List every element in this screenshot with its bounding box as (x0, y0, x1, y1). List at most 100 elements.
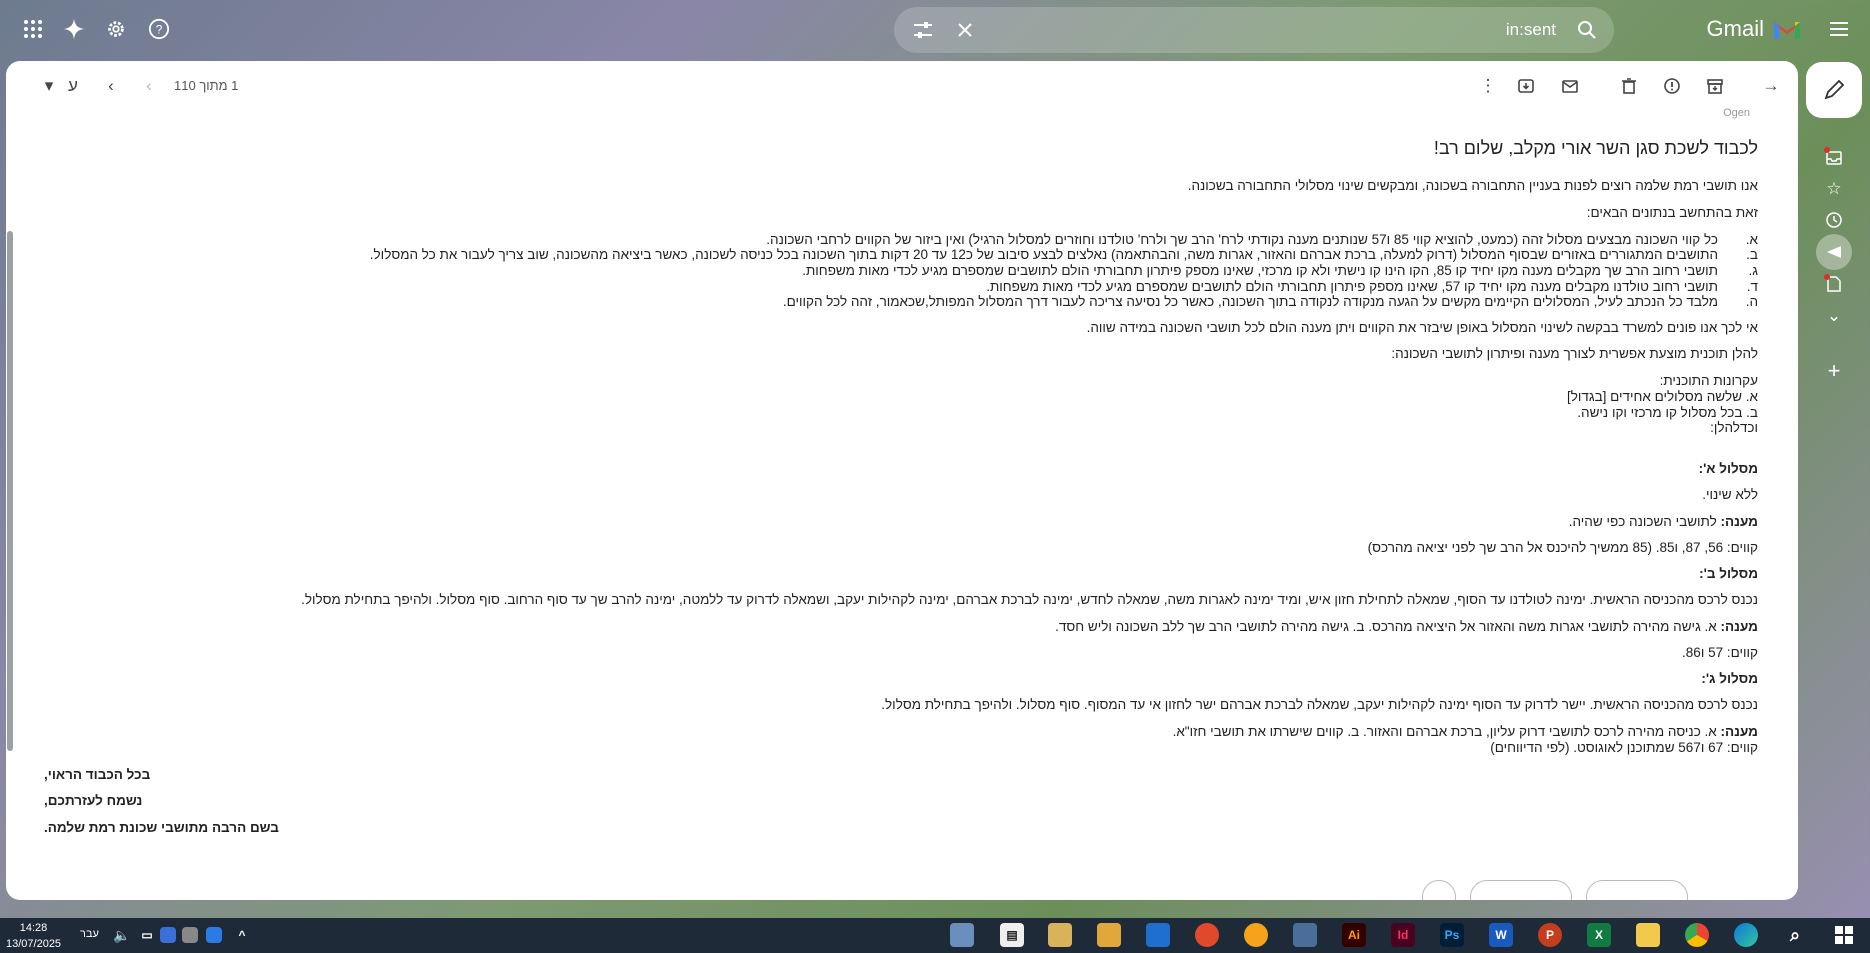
route-c-answer-text: א. כניסה מהירה לרכס לתושבי דרוק עליון, ב… (1172, 724, 1717, 739)
message-pager: 1 מתוך 110 (174, 78, 239, 93)
edge-icon[interactable] (1734, 923, 1758, 947)
taskbar-app-icon[interactable] (950, 923, 974, 947)
tray-app-icon[interactable] (206, 927, 222, 943)
route-b-title: מסלול ב': (1699, 566, 1758, 581)
route-b-desc: נכנס לרכס מהכניסה הראשית. ימינה לטולדנו … (301, 592, 1758, 607)
delete-trash-icon[interactable] (1616, 73, 1642, 99)
principle-b: ב. בכל מסלול קו מרכזי וקו נישה. (1577, 405, 1758, 420)
search-options-icon[interactable] (908, 15, 938, 45)
brand-wordmark: Gmail (1706, 16, 1764, 41)
chevron-down-icon[interactable]: ▾ (36, 73, 62, 99)
principle-a: א. שלשה מסלולים אחידים [בגדול] (1566, 389, 1758, 404)
excel-icon[interactable]: X (1587, 923, 1611, 947)
top-bar: ? in:sent Gmail (0, 0, 1870, 58)
network-icon[interactable]: ▭ (135, 923, 159, 947)
list-marker: ב. (1746, 247, 1758, 262)
route-c-desc: נכנס לרכס מהכניסה הראשית. יישר לדרוק עד … (881, 697, 1758, 712)
request-paragraph: אי לכך אנו פונים למשרד בבקשה לשינוי המסל… (1086, 320, 1758, 335)
taskbar-app-icon[interactable] (1195, 923, 1219, 947)
volume-icon[interactable]: 🔈 (110, 923, 134, 947)
route-a-desc: ללא שינוי. (1702, 487, 1758, 502)
newer-message-icon[interactable]: ‹ (98, 73, 124, 99)
data-intro: זאת בהתחשב בנתונים הבאים: (1586, 205, 1758, 220)
taskbar-search-icon[interactable]: ⌕ (1783, 923, 1807, 947)
indesign-icon[interactable]: Id (1391, 923, 1415, 947)
closing-line-1: בכל הכבוד הראוי, (44, 767, 151, 782)
move-to-icon[interactable] (1513, 73, 1539, 99)
system-clock[interactable]: 14:28 13/07/2025 (6, 920, 61, 952)
starred-icon[interactable]: ☆ (1822, 177, 1846, 201)
report-spam-icon[interactable] (1659, 73, 1685, 99)
start-menu-icon[interactable] (1832, 923, 1856, 947)
message-panel: ▾ ע ‹ ‹ 1 מתוך 110 ⋮ → Ogen לכבוד לשכת ס… (6, 61, 1798, 900)
list-item: ד. תושבי רחוב טולדנו מקבלים מענה מקו יחיד… (986, 279, 1758, 294)
intro-paragraph: אנו תושבי רמת שלמה רוצים לפנות בעניין הת… (1187, 178, 1758, 193)
scrollbar[interactable] (6, 111, 14, 900)
clear-search-icon[interactable] (950, 15, 980, 45)
back-arrow-icon[interactable]: → (1758, 73, 1784, 99)
unread-dot (1824, 147, 1830, 153)
show-hidden-icons-chevron-icon[interactable]: ^ (230, 923, 254, 947)
answer-label: מענה: (1720, 724, 1758, 739)
list-item-text: התושבים המתגוררים באזורים שבסוף המסלול (… (369, 247, 1718, 262)
clock-date: 13/07/2025 (6, 938, 62, 950)
tray-app-icon[interactable] (160, 927, 176, 943)
compose-pencil-icon[interactable] (1806, 62, 1862, 118)
gemini-star-icon[interactable] (57, 12, 91, 46)
older-message-icon[interactable]: ‹ (136, 73, 162, 99)
list-marker: א. (1745, 232, 1758, 247)
route-a-lines: קווים: 56, 87, ו85. (85 ממשיך להיכנס אל … (1367, 540, 1758, 555)
photoshop-icon[interactable]: Ps (1440, 923, 1464, 947)
menu-icon[interactable] (1822, 12, 1856, 46)
svg-text:?: ? (156, 23, 163, 37)
snoozed-clock-icon[interactable] (1822, 208, 1846, 232)
emoji-reaction-button[interactable] (1422, 880, 1456, 900)
illustrator-icon[interactable]: Ai (1342, 923, 1366, 947)
search-bar[interactable]: in:sent (894, 7, 1614, 53)
greeting: לכבוד לשכת סגן השר אורי מקלב, שלום רב! (1433, 138, 1758, 158)
list-item: ה. מלבד כל הנכתב לעיל, המסלולים הקיימים מ… (783, 294, 1758, 309)
unread-dot (1824, 274, 1830, 280)
powerpoint-icon[interactable]: P (1538, 923, 1562, 947)
forward-button[interactable] (1470, 880, 1572, 900)
taskbar-app-icon[interactable]: ▤ (1000, 923, 1024, 947)
help-icon[interactable]: ? (142, 12, 176, 46)
sent-icon[interactable] (1816, 234, 1852, 270)
taskbar-app-icon[interactable] (1048, 923, 1072, 947)
closing-line-3: בשם הרבה מתושבי שכונת רמת שלמה. (44, 820, 279, 835)
file-explorer-icon[interactable] (1636, 923, 1660, 947)
closing-line-2: נשמח לעזרתכם, (44, 793, 143, 808)
word-icon[interactable]: W (1489, 923, 1513, 947)
route-c-title: מסלול ג': (1701, 671, 1758, 686)
answer-label: מענה: (1720, 619, 1758, 634)
list-marker: ד. (1746, 279, 1758, 294)
reply-button[interactable] (1586, 880, 1688, 900)
add-label-plus-icon[interactable]: + (1822, 358, 1846, 383)
search-icon[interactable] (1572, 15, 1602, 45)
route-b-answer: מענה: א. גישה מהירה לתושבי אגרות משה והא… (1055, 619, 1758, 634)
list-marker: ג. (1748, 263, 1758, 278)
tray-app-icon[interactable] (182, 927, 198, 943)
chrome-icon[interactable] (1685, 923, 1709, 947)
scrollbar-thumb[interactable] (7, 231, 13, 751)
archive-icon[interactable] (1702, 73, 1728, 99)
input-language[interactable]: עבר (80, 928, 99, 953)
taskbar-app-icon[interactable] (1244, 923, 1268, 947)
answer-label: מענה: (1720, 514, 1758, 529)
input-language-toggle[interactable]: ע (60, 73, 86, 99)
search-input[interactable]: in:sent (1506, 20, 1556, 40)
list-item-text: תושבי רחוב טולדנו מקבלים מענה מקו יחיד ק… (986, 279, 1718, 294)
sender-name: Ogen (1723, 107, 1750, 119)
more-options-icon[interactable]: ⋮ (1475, 73, 1501, 99)
proposal-intro: להלן תוכנית מוצעת אפשרית לצורך מענה ופית… (1391, 346, 1758, 361)
gmail-brand[interactable]: Gmail (1707, 12, 1802, 46)
principles-title: עקרונות התוכנית: (1659, 373, 1758, 388)
apps-grid-icon[interactable] (16, 12, 50, 46)
calculator-icon[interactable] (1293, 923, 1317, 947)
mark-unread-icon[interactable] (1557, 73, 1583, 99)
settings-gear-icon[interactable] (99, 12, 133, 46)
clock-time: 14:28 (19, 922, 48, 934)
more-labels-chevron-icon[interactable]: ⌄ (1822, 304, 1846, 328)
taskbar-app-icon[interactable] (1146, 923, 1170, 947)
taskbar-app-icon[interactable] (1097, 923, 1121, 947)
